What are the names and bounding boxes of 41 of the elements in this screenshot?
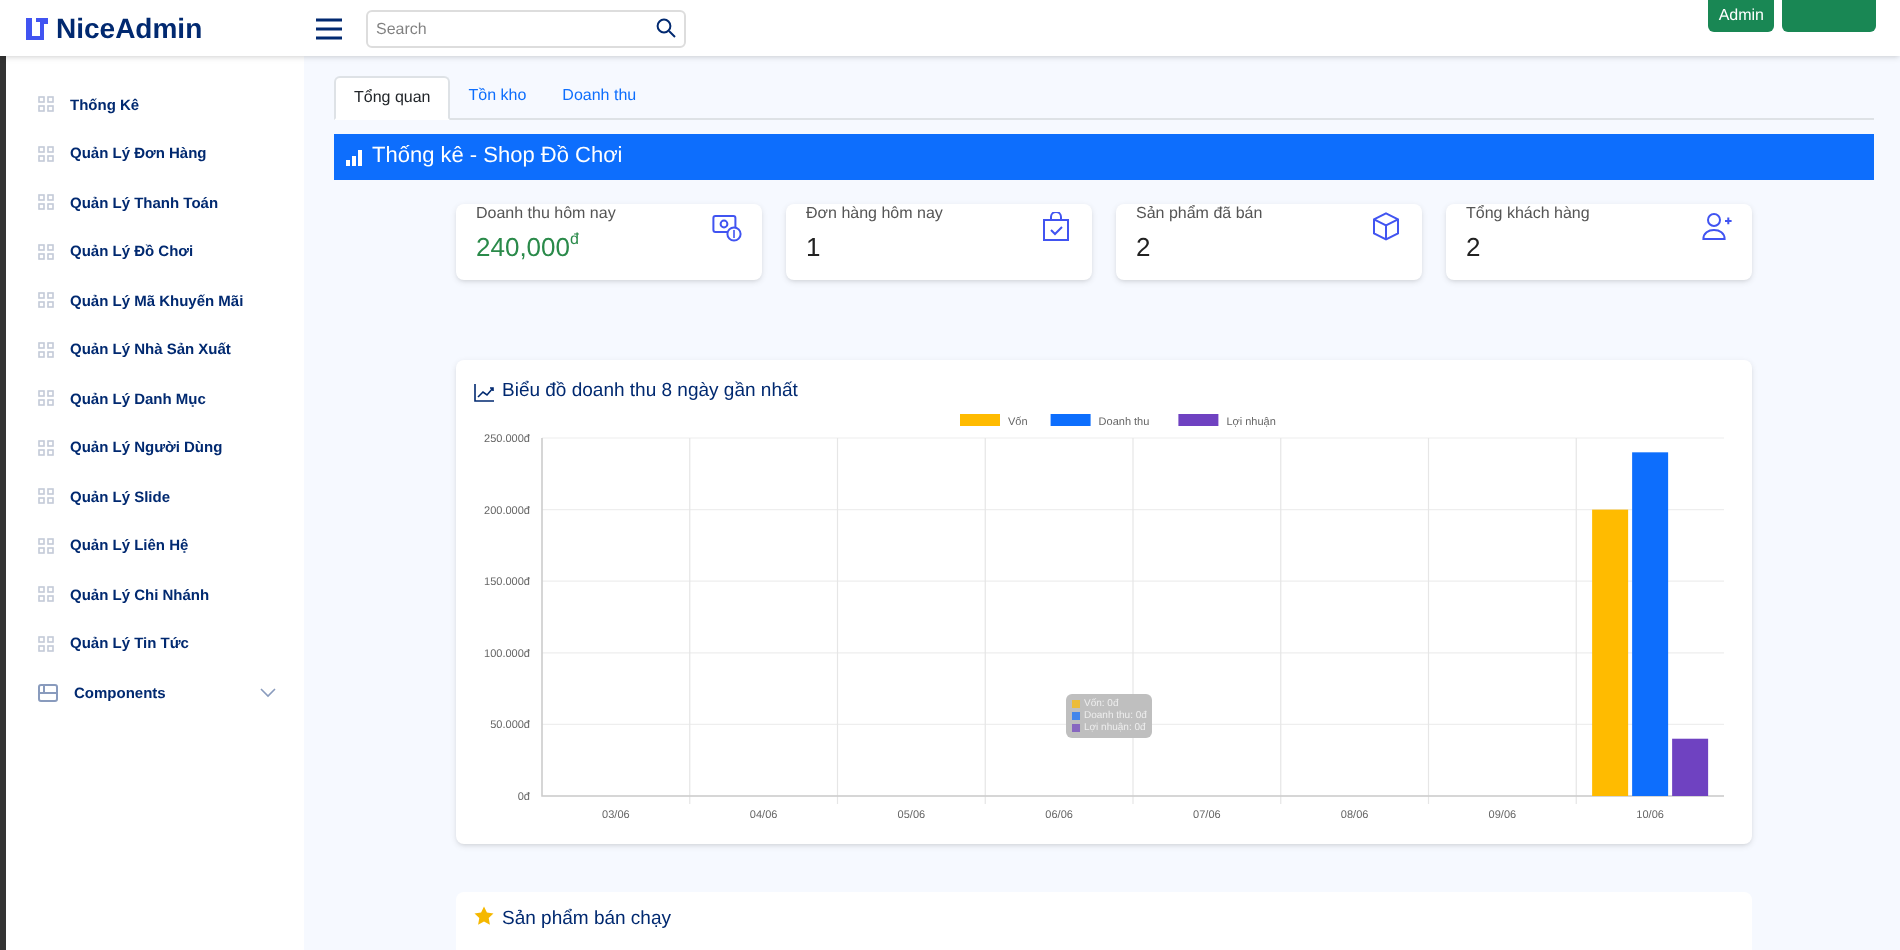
grid-icon	[38, 341, 54, 358]
star-icon	[474, 905, 494, 926]
banner-title: Thống kê - Shop Đồ Chơi	[372, 142, 623, 173]
logo-icon	[24, 15, 50, 41]
tab[interactable]: Doanh thu	[544, 74, 655, 118]
menu-icon	[316, 17, 342, 39]
grid-icon	[38, 635, 54, 652]
stat-label: Đơn hàng hôm nay	[806, 204, 943, 223]
bar-chart-icon	[346, 149, 364, 166]
grid-icon	[38, 537, 54, 554]
stat-label: Tổng khách hàng	[1466, 204, 1590, 223]
admin-button[interactable]: Admin	[1708, 0, 1774, 32]
stat-label: Sản phẩm đã bán	[1136, 204, 1263, 223]
layout-icon	[38, 683, 58, 702]
stat-label: Doanh thu hôm nay	[476, 204, 616, 223]
stat-value: 2	[1136, 230, 1153, 267]
stat-value: 2	[1466, 230, 1483, 267]
grid-icon	[38, 390, 54, 407]
grid-icon	[38, 194, 54, 211]
grid-icon	[38, 243, 54, 260]
chart-title: Biểu đồ doanh thu 8 ngày gần nhất	[502, 378, 798, 407]
search-icon	[656, 17, 676, 37]
user-add-icon	[1702, 212, 1732, 243]
grid-icon	[38, 488, 54, 505]
menu-button[interactable]	[316, 17, 342, 39]
box-icon	[1372, 212, 1402, 243]
grid-icon	[38, 586, 54, 603]
logo-text: NiceAdmin	[56, 9, 203, 47]
grid-icon	[38, 145, 54, 162]
tab[interactable]: Tổng quan	[334, 76, 451, 120]
grid-icon	[38, 96, 54, 113]
section-title: Sản phẩm bán chạy	[502, 905, 672, 934]
bar	[1672, 739, 1709, 797]
search-field[interactable]: Search	[366, 9, 686, 47]
grid-icon	[38, 292, 54, 309]
tab[interactable]: Tồn kho	[450, 74, 545, 118]
line-chart-icon	[474, 383, 494, 402]
money-icon	[712, 212, 742, 243]
stat-value: 1	[806, 230, 823, 267]
bag-icon	[1042, 212, 1072, 243]
grid-icon	[38, 439, 54, 456]
